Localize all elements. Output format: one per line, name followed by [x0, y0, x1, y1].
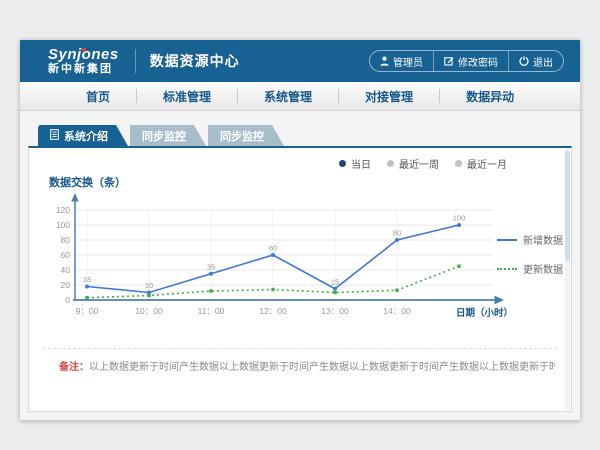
- data-point: [147, 294, 150, 297]
- user-icon: [380, 56, 389, 66]
- data-point-label: 18: [83, 275, 91, 284]
- filter-last-month[interactable]: 最近一月: [455, 156, 507, 171]
- logo-text-secondary: 新中新集团: [48, 64, 119, 75]
- remark-text: 备注：以上数据更新于时间产生数据以上数据更新于时间产生数据以上数据更新于时间产生…: [59, 358, 555, 373]
- y-tick-label: 20: [61, 280, 71, 290]
- y-tick-label: 80: [61, 235, 71, 245]
- time-range-filters: 当日 最近一周 最近一月: [339, 156, 507, 171]
- admin-user-button[interactable]: 管理员: [370, 51, 433, 71]
- edit-icon: [444, 56, 454, 66]
- data-point-label: 10: [145, 281, 153, 290]
- y-tick-label: 60: [61, 250, 71, 260]
- x-tick-label: 14：00: [383, 306, 411, 316]
- legend-item-new-data[interactable]: 新增数据: [497, 232, 563, 247]
- blue-line-swatch-icon: [497, 239, 517, 241]
- chart-legend: 新增数据 更新数据: [497, 232, 563, 276]
- x-tick-label: 12：00: [259, 306, 287, 316]
- x-tick-label: 9：00: [76, 306, 99, 316]
- document-icon: [50, 129, 59, 143]
- y-tick-label: 120: [56, 205, 70, 215]
- data-point-label: 100: [453, 214, 466, 223]
- radio-icon: [339, 160, 346, 167]
- tab-label: 同步监控: [142, 128, 186, 144]
- data-exchange-line-chart: 0 20 40 60 80 100 120 9：00 10：00 11：00 12：00 13：00 1…: [45, 188, 515, 338]
- scrollbar-thumb[interactable]: [565, 151, 570, 261]
- x-tick-label: 13：00: [321, 306, 349, 316]
- data-point: [333, 291, 336, 294]
- main-nav: 首页 标准管理 系统管理 对接管理 数据异动: [20, 82, 580, 111]
- remark-divider: [43, 348, 557, 349]
- data-point-label: 15: [331, 277, 339, 286]
- header: Synjones 新中新集团 数据资源中心 管理员 修改密码: [20, 40, 580, 82]
- change-password-label: 修改密码: [458, 54, 498, 69]
- data-point-label: 35: [207, 262, 215, 271]
- legend-label: 新增数据: [523, 232, 563, 247]
- data-point-label: 60: [269, 244, 277, 253]
- x-tick-label: 11：00: [198, 306, 225, 316]
- radio-icon: [387, 160, 394, 167]
- remark-body: 以上数据更新于时间产生数据以上数据更新于时间产生数据以上数据更新于时间产生数据以…: [89, 362, 555, 373]
- admin-user-label: 管理员: [393, 54, 423, 69]
- filter-label: 最近一周: [399, 156, 439, 171]
- tab-system-intro[interactable]: 系统介绍: [38, 125, 128, 146]
- data-point: [395, 238, 399, 242]
- chart-panel: 当日 最近一周 最近一月 数据交换（条） 0204060801001209：00…: [28, 146, 572, 412]
- radio-icon: [455, 160, 462, 167]
- y-tick-label: 100: [56, 220, 70, 230]
- filter-label: 最近一月: [467, 156, 507, 171]
- data-point: [457, 223, 461, 227]
- nav-item-data-change[interactable]: 数据异动: [440, 88, 540, 105]
- app-title: 数据资源中心: [150, 51, 240, 71]
- change-password-button[interactable]: 修改密码: [433, 51, 508, 71]
- data-point: [85, 285, 89, 289]
- y-axis-arrow-icon: [71, 193, 79, 202]
- filter-last-week[interactable]: 最近一周: [387, 156, 439, 171]
- data-point: [271, 253, 275, 257]
- filter-label: 当日: [351, 156, 371, 171]
- tab-sync-monitor-2[interactable]: 同步监控: [208, 125, 284, 146]
- nav-item-system-mgmt[interactable]: 系统管理: [238, 88, 338, 105]
- data-point: [271, 288, 274, 291]
- logout-button[interactable]: 退出: [508, 51, 563, 71]
- data-point: [333, 287, 337, 291]
- nav-item-interface-mgmt[interactable]: 对接管理: [339, 88, 439, 105]
- data-point: [457, 265, 460, 268]
- y-tick-label: 0: [65, 295, 70, 305]
- legend-item-updated-data[interactable]: 更新数据: [497, 261, 563, 276]
- green-dotted-swatch-icon: [497, 268, 517, 270]
- chart-x-axis-title: 日期（小时）: [456, 307, 513, 319]
- logo-red-dot-icon: [82, 48, 86, 52]
- filter-today[interactable]: 当日: [339, 156, 371, 171]
- data-point: [85, 296, 88, 299]
- tab-bar: 系统介绍 同步监控 同步监控: [38, 125, 572, 146]
- x-axis-arrow-icon: [495, 296, 505, 305]
- data-point: [209, 289, 212, 292]
- app-window: Synjones 新中新集团 数据资源中心 管理员 修改密码: [20, 40, 580, 420]
- data-point: [209, 272, 213, 276]
- content-area: 系统介绍 同步监控 同步监控 当日 最近一周: [20, 111, 580, 412]
- header-divider: [135, 49, 136, 73]
- company-logo[interactable]: Synjones 新中新集团: [48, 47, 119, 75]
- panel-scrollbar: [565, 149, 570, 410]
- data-point: [395, 289, 398, 292]
- header-actions: 管理员 修改密码 退出: [369, 50, 564, 72]
- nav-item-home[interactable]: 首页: [60, 88, 136, 105]
- legend-label: 更新数据: [523, 261, 563, 276]
- tab-label: 系统介绍: [64, 128, 108, 144]
- x-tick-label: 10：00: [135, 306, 163, 316]
- y-tick-label: 40: [61, 265, 71, 275]
- power-icon: [519, 56, 529, 66]
- data-point-label: 80: [393, 229, 401, 238]
- remark-label: 备注：: [59, 362, 89, 373]
- tab-sync-monitor-1[interactable]: 同步监控: [130, 125, 206, 146]
- nav-item-standard-mgmt[interactable]: 标准管理: [137, 88, 237, 105]
- logout-label: 退出: [533, 54, 553, 69]
- tab-label: 同步监控: [220, 128, 264, 144]
